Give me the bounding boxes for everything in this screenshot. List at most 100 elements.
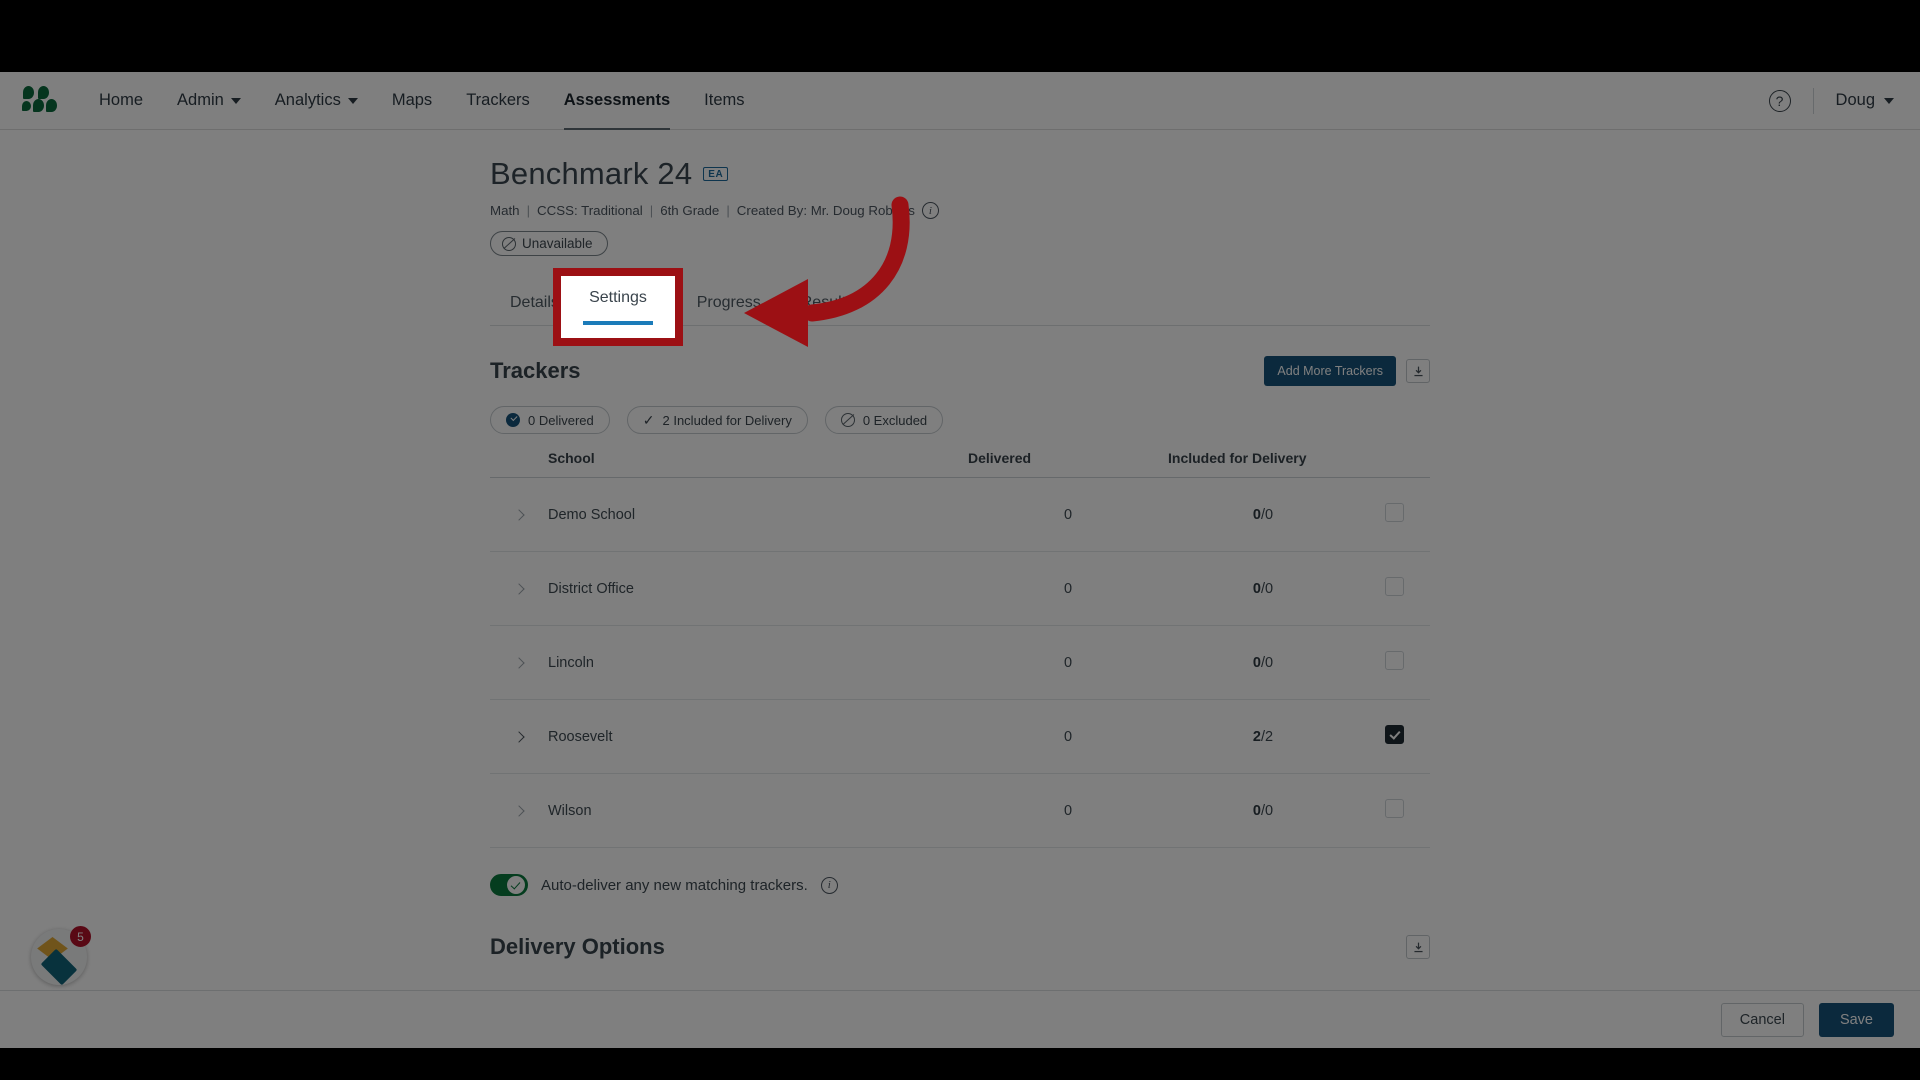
trackers-table: School Delivered Included for Delivery D… [490,450,1430,848]
info-circle-icon[interactable]: i [820,876,838,894]
user-name-label: Doug [1835,91,1875,109]
row-delivered-count: 0 [968,699,1168,774]
collapse-section-icon[interactable] [1406,359,1430,383]
row-delivered-count: 0 [968,551,1168,626]
collapse-section-icon[interactable] [1406,935,1430,959]
download-circle-icon [506,413,520,427]
row-school-name: Demo School [548,477,968,552]
table-header-row: School Delivered Included for Delivery [490,450,1430,478]
nav-item-maps[interactable]: Maps [375,72,449,130]
row-include-checkbox[interactable] [1384,651,1404,670]
row-included-denominator: 2 [1265,728,1274,745]
toggle-knob [506,875,526,895]
table-row[interactable]: Lincoln 0 0/0 [490,625,1430,700]
table-row[interactable]: Roosevelt 0 2/2 [490,699,1430,774]
nav-item-assessments[interactable]: Assessments [547,72,687,130]
delivery-options-title: Delivery Options [490,934,665,959]
cancel-button[interactable]: Cancel [1720,1002,1804,1037]
row-delivered-count: 0 [968,625,1168,700]
row-expand-toggle[interactable] [490,699,548,774]
row-included-denominator: 0 [1265,802,1274,819]
active-tab-underline [583,321,653,325]
chip-included-for-delivery[interactable]: ✓ 2 Included for Delivery [626,406,808,434]
annotation-arrow [744,196,910,347]
auto-deliver-row: Auto-deliver any new matching trackers. … [490,874,1430,896]
nav-item-analytics[interactable]: Analytics [258,72,375,130]
row-delivered-count: 0 [968,477,1168,552]
question-circle-icon[interactable]: ? [1768,89,1791,112]
trackers-section-header: Trackers Add More Trackers [490,356,1430,386]
row-checkbox-cell [1358,477,1430,552]
nav-label: Home [99,91,144,109]
ea-badge: EA [703,167,729,181]
chevron-right-icon [513,656,525,669]
row-include-checkbox[interactable] [1384,725,1404,744]
row-included-denominator: 0 [1265,506,1274,523]
row-delivered-count: 0 [968,773,1168,848]
chevron-down-icon [347,97,358,104]
annotation-highlighted-tab[interactable]: Settings [553,268,683,346]
check-icon: ✓ [642,412,655,428]
row-checkbox-cell [1358,625,1430,700]
nav-label: Trackers [466,91,530,109]
row-included-denominator: 0 [1265,580,1274,597]
row-included-count: 0/0 [1168,773,1358,848]
row-expand-toggle[interactable] [490,625,548,700]
row-school-name: District Office [548,551,968,626]
chevron-right-icon [513,508,525,521]
row-checkbox-cell [1358,699,1430,774]
row-school-name: Wilson [548,773,968,848]
tab-label: Details [510,294,559,311]
row-school-name: Roosevelt [548,699,968,774]
nav-item-items[interactable]: Items [687,72,761,130]
auto-deliver-toggle[interactable] [490,874,528,896]
help-widget[interactable]: 5 [31,926,91,985]
row-include-checkbox[interactable] [1384,503,1404,522]
trackers-actions: Add More Trackers [1264,356,1430,386]
row-included-count: 0/0 [1168,551,1358,626]
chip-excluded[interactable]: 0 Excluded [824,406,944,434]
user-menu[interactable]: Doug [1836,91,1894,110]
schoolcity-logo[interactable] [22,85,57,116]
nav-label: Assessments [563,91,671,109]
nav-label: Items [704,91,745,109]
table-row[interactable]: Wilson 0 0/0 [490,773,1430,848]
table-row[interactable]: Demo School 0 0/0 [490,477,1430,552]
status-badge: Unavailable [490,231,608,256]
chevron-right-icon [513,582,525,595]
save-button[interactable]: Save [1818,1002,1894,1037]
chip-label: 2 Included for Delivery [662,412,792,428]
ban-icon [840,413,855,427]
auto-deliver-label: Auto-deliver any new matching trackers. [541,876,808,894]
row-include-checkbox[interactable] [1384,577,1404,596]
notification-badge: 5 [70,926,91,947]
table-row[interactable]: District Office 0 0/0 [490,551,1430,626]
meta-separator: | [526,203,531,218]
chip-delivered[interactable]: 0 Delivered [490,406,610,434]
info-circle-icon[interactable]: i [921,202,939,219]
tab-label: Settings [589,289,647,306]
page-title-row: Benchmark 24 EA [490,156,1430,192]
nav-item-admin[interactable]: Admin [160,72,258,130]
row-expand-toggle[interactable] [490,477,548,552]
nav-item-trackers[interactable]: Trackers [449,72,547,130]
table-header-delivered: Delivered [968,450,1168,478]
nav-label: Admin [177,91,224,109]
nav-label: Maps [391,91,433,109]
tracker-filter-chips: 0 Delivered ✓ 2 Included for Delivery 0 … [490,406,1430,434]
row-included-count: 0/0 [1168,625,1358,700]
row-included-count: 0/0 [1168,477,1358,552]
table-header-expand [490,450,548,478]
footer-action-bar: Cancel Save [0,990,1920,1048]
row-expand-toggle[interactable] [490,773,548,848]
table-header-checkbox [1358,450,1430,478]
row-checkbox-cell [1358,773,1430,848]
row-included-numerator: 0 [1252,802,1261,819]
chip-label: 0 Delivered [528,412,594,428]
nav-item-home[interactable]: Home [82,72,160,130]
add-more-trackers-button[interactable]: Add More Trackers [1264,356,1396,386]
nav-label: Analytics [274,91,341,109]
row-expand-toggle[interactable] [490,551,548,626]
row-include-checkbox[interactable] [1384,799,1404,818]
app-stage: Home Admin Analytics Maps Trackers Asses… [0,72,1920,1048]
